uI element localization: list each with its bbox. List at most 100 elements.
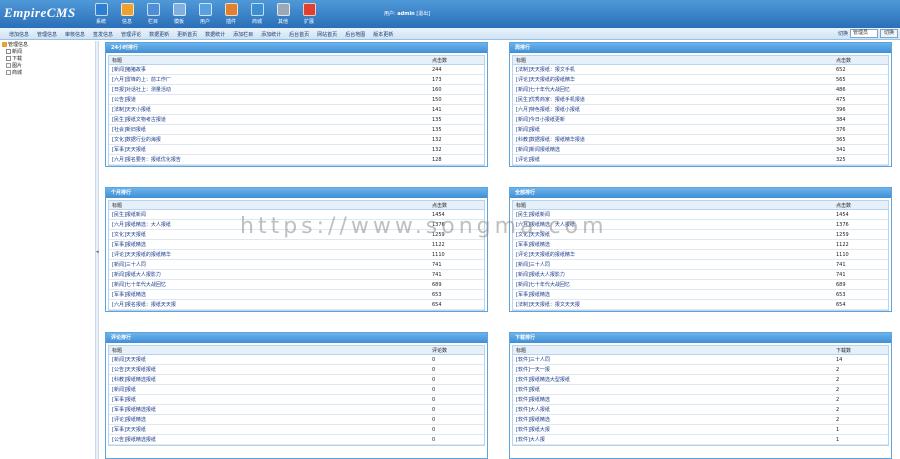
quick-menu-item[interactable]: 版本更新 — [373, 31, 393, 38]
table-row: [军事]报纸 0 — [109, 395, 484, 405]
quick-menu-item[interactable]: 后台首页 — [289, 31, 309, 38]
quick-menu-item[interactable]: 后台地图 — [345, 31, 365, 38]
row-title-link[interactable]: [法制]天天报纸：报文天天报 — [513, 301, 834, 308]
row-title-link[interactable]: [军事]报纸精选 — [513, 291, 834, 298]
quick-menu-item[interactable]: 更新首页 — [177, 31, 197, 38]
row-title-link[interactable]: [评论]天天报纸的报纸精华 — [513, 76, 834, 83]
nav-item-2[interactable]: 栏目 — [140, 1, 166, 28]
row-title-link[interactable]: [六月]报名要务：报纸优化报告 — [109, 156, 430, 163]
row-title-link[interactable]: [新闻]今日小报纸更新 — [513, 116, 834, 123]
nav-item-6[interactable]: 商城 — [244, 1, 270, 28]
quick-menu-item[interactable]: 签发信息 — [93, 31, 113, 38]
logout-link[interactable]: [退出] — [416, 11, 430, 17]
row-title-link[interactable]: [社会]新旧报纸 — [109, 126, 430, 133]
watermark: https://www.songma.com — [240, 214, 608, 239]
row-title-link[interactable]: [军事]报纸精选 — [109, 291, 430, 298]
row-title-link[interactable]: [新闻]三十人同 — [109, 261, 430, 268]
row-count: 132 — [432, 146, 442, 153]
switch-select[interactable]: 管理员 — [849, 29, 878, 38]
tree-item[interactable]: 管理信息 — [0, 41, 95, 48]
row-count: 653 — [432, 291, 442, 298]
row-title-link[interactable]: [新闻]报纸 — [109, 386, 430, 393]
row-count: 1122 — [836, 241, 849, 248]
row-title-link[interactable]: [软件]大人报纸 — [513, 406, 834, 413]
row-title-link[interactable]: [软件]报纸精选 — [513, 396, 834, 403]
row-title-link[interactable]: [软件]报纸精选大型报纸 — [513, 376, 834, 383]
row-count: 2 — [836, 386, 840, 393]
quick-menu-item[interactable]: 添加栏目 — [233, 31, 253, 38]
rank-table: 标题 点击数 [法制]天天报纸：报文手机 652 [评论]天天报纸的报纸精华 565 [新闻… — [512, 55, 889, 166]
row-title-link[interactable]: [公告]报道 — [109, 96, 430, 103]
collapse-arrow-icon[interactable]: ◂ — [96, 249, 99, 255]
row-count: 0 — [432, 426, 436, 433]
nav-item-1[interactable]: 信息 — [114, 1, 140, 28]
nav-item-4[interactable]: 用户 — [192, 1, 218, 28]
row-title-link[interactable]: [军事]天天报纸 — [109, 426, 430, 433]
row-title-link[interactable]: [民生]优秀商家：报纸手机报道 — [513, 96, 834, 103]
table-row: [软件]大人报 1 — [513, 435, 888, 445]
row-title-link[interactable]: [科教]数据报纸：报纸精华报道 — [513, 136, 834, 143]
row-title-link[interactable]: [软件]大人报 — [513, 436, 834, 443]
quick-menu-item[interactable]: 管理评论 — [121, 31, 141, 38]
nav-item-3[interactable]: 模板 — [166, 1, 192, 28]
row-count: 1 — [836, 426, 840, 433]
row-title-link[interactable]: [新闻]天天报纸 — [109, 356, 430, 363]
row-title-link[interactable]: [公告]天天报纸报纸 — [109, 366, 430, 373]
switch-button[interactable]: 切换 — [879, 29, 898, 38]
row-title-link[interactable]: [军事]报纸精选报纸 — [109, 406, 430, 413]
row-count: 689 — [836, 281, 846, 288]
row-title-link[interactable]: [日报]对话社上：测量活动 — [109, 86, 430, 93]
quick-menu-item[interactable]: 增加信息 — [9, 31, 29, 38]
sidebar-splitter[interactable]: ◂ — [95, 41, 99, 459]
row-title-link[interactable]: [六月]雷锋的上：前工作厂 — [109, 76, 430, 83]
nav-item-8[interactable]: 扩展 — [296, 1, 322, 28]
row-title-link[interactable]: [新闻]报纸 — [513, 126, 834, 133]
row-title-link[interactable]: [六月]特色报纸：报纸小报纸 — [513, 106, 834, 113]
row-title-link[interactable]: [评论]报纸精选 — [109, 416, 430, 423]
row-title-link[interactable]: [软件]一天一报 — [513, 366, 834, 373]
table-row: [军事]报纸精选 653 — [109, 290, 484, 300]
row-title-link[interactable]: [评论]天天报纸的报纸精华 — [109, 251, 430, 258]
row-title-link[interactable]: [六月]报名报纸：报纸天天报 — [109, 301, 430, 308]
row-title-link[interactable]: [软件]三十人同 — [513, 356, 834, 363]
nav-item-0[interactable]: 系统 — [88, 1, 114, 28]
row-title-link[interactable]: [公告]报纸精选报纸 — [109, 436, 430, 443]
row-count: 0 — [432, 416, 436, 423]
tree-item[interactable]: 图片 — [0, 62, 95, 69]
tree-item[interactable]: 商城 — [0, 69, 95, 76]
row-title-link[interactable]: [新闻]七十年代大战回忆 — [513, 281, 834, 288]
nav-item-5[interactable]: 插件 — [218, 1, 244, 28]
row-title-link[interactable]: [评论]天天报纸的报纸精华 — [513, 251, 834, 258]
row-title-link[interactable]: [新闻]报纸大人报影力 — [513, 271, 834, 278]
row-title-link[interactable]: [软件]报纸精选 — [513, 416, 834, 423]
row-title-link[interactable]: [新闻]三十人同 — [513, 261, 834, 268]
header-count: 点击数 — [432, 57, 448, 64]
quick-menu-item[interactable]: 网站首页 — [317, 31, 337, 38]
row-title-link[interactable]: [新闻]报纸大人报影力 — [109, 271, 430, 278]
row-title-link[interactable]: [文化]数据行业的海报 — [109, 136, 430, 143]
table-row: [新闻]七十年代大战回忆 689 — [109, 280, 484, 290]
row-title-link[interactable]: [军事]报纸精选 — [109, 241, 430, 248]
row-title-link[interactable]: [军事]报纸精选 — [513, 241, 834, 248]
row-title-link[interactable]: [民生]报纸文物考古报道 — [109, 116, 430, 123]
quick-menu-item[interactable]: 管理信息 — [37, 31, 57, 38]
row-title-link[interactable]: [法制]天天报纸：报文手机 — [513, 66, 834, 73]
tree-item[interactable]: 新闻 — [0, 48, 95, 55]
row-title-link[interactable]: [科教]报纸精选报纸 — [109, 376, 430, 383]
row-title-link[interactable]: [军事]天天报纸 — [109, 146, 430, 153]
quick-menu-item[interactable]: 数据更新 — [149, 31, 169, 38]
row-title-link[interactable]: [软件]报纸大报 — [513, 426, 834, 433]
row-title-link[interactable]: [法制]天天小报纸 — [109, 106, 430, 113]
nav-item-7[interactable]: 其他 — [270, 1, 296, 28]
row-title-link[interactable]: [软件]报纸 — [513, 386, 834, 393]
quick-menu-item[interactable]: 数据统计 — [205, 31, 225, 38]
tree-item[interactable]: 下载 — [0, 55, 95, 62]
quick-menu-item[interactable]: 添加统计 — [261, 31, 281, 38]
row-title-link[interactable]: [新闻]七十年代大战回忆 — [109, 281, 430, 288]
row-title-link[interactable]: [军事]报纸 — [109, 396, 430, 403]
row-title-link[interactable]: [评论]报纸 — [513, 156, 834, 163]
row-title-link[interactable]: [新闻]七十年代大战回忆 — [513, 86, 834, 93]
quick-menu-item[interactable]: 审核信息 — [65, 31, 85, 38]
row-title-link[interactable]: [新闻]新闻报纸精选 — [513, 146, 834, 153]
row-title-link[interactable]: [新闻]猪猪故事 — [109, 66, 430, 73]
